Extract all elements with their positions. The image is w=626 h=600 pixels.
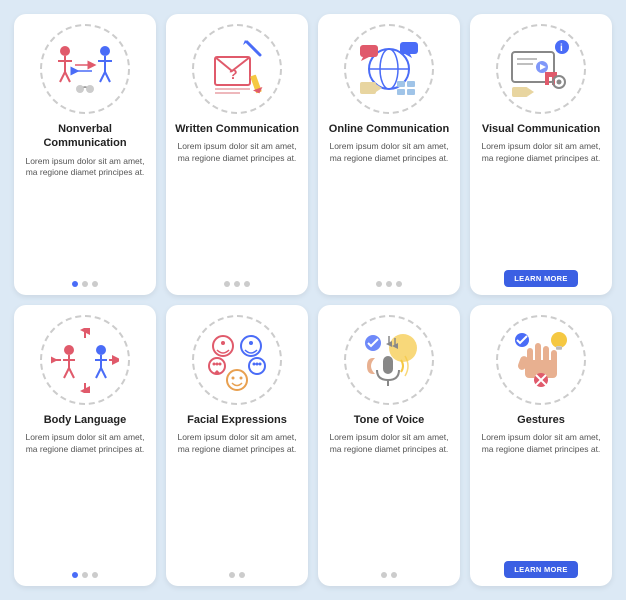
card-facial: Facial Expressions Lorem ipsum dolor sit… [166, 305, 308, 586]
icon-online [344, 24, 434, 114]
dot [72, 572, 78, 578]
dot [229, 572, 235, 578]
card-nonverbal-dots [72, 281, 98, 287]
card-online-text: Lorem ipsum dolor sit am amet, ma region… [326, 141, 452, 275]
card-tone-title: Tone of Voice [354, 413, 425, 427]
dot [82, 572, 88, 578]
dot [386, 281, 392, 287]
card-nonverbal: Nonverbal Communication Lorem ipsum dolo… [14, 14, 156, 295]
card-written-dots [224, 281, 250, 287]
card-tone: Tone of Voice Lorem ipsum dolor sit am a… [318, 305, 460, 586]
card-grid: Nonverbal Communication Lorem ipsum dolo… [0, 0, 626, 600]
card-gestures: Gestures Lorem ipsum dolor sit am amet, … [470, 305, 612, 586]
icon-nonverbal [40, 24, 130, 114]
card-body-text: Lorem ipsum dolor sit am amet, ma region… [22, 432, 148, 566]
card-online-title: Online Communication [329, 122, 449, 136]
card-visual-title: Visual Communication [482, 122, 600, 136]
card-facial-text: Lorem ipsum dolor sit am amet, ma region… [174, 432, 300, 566]
card-online-dots [376, 281, 402, 287]
card-facial-title: Facial Expressions [187, 413, 287, 427]
dot [244, 281, 250, 287]
card-tone-dots [381, 572, 397, 578]
dot [92, 572, 98, 578]
icon-body [40, 315, 130, 405]
icon-visual: i [496, 24, 586, 114]
icon-tone [344, 315, 434, 405]
dot [92, 281, 98, 287]
dot [381, 572, 387, 578]
dot [82, 281, 88, 287]
card-written-title: Written Communication [175, 122, 299, 136]
card-tone-text: Lorem ipsum dolor sit am amet, ma region… [326, 432, 452, 566]
card-visual: i Visual Communication Lorem ipsum d [470, 14, 612, 295]
dot [396, 281, 402, 287]
card-nonverbal-title: Nonverbal Communication [22, 122, 148, 151]
card-body-dots [72, 572, 98, 578]
card-gestures-title: Gestures [517, 413, 565, 427]
dot [72, 281, 78, 287]
card-visual-text: Lorem ipsum dolor sit am amet, ma region… [478, 141, 604, 264]
gestures-learn-more-button[interactable]: LEARN MORE [504, 561, 577, 578]
dot [224, 281, 230, 287]
card-online: Online Communication Lorem ipsum dolor s… [318, 14, 460, 295]
card-gestures-text: Lorem ipsum dolor sit am amet, ma region… [478, 432, 604, 555]
visual-learn-more-button[interactable]: LEARN MORE [504, 270, 577, 287]
dot [234, 281, 240, 287]
icon-gestures [496, 315, 586, 405]
card-facial-dots [229, 572, 245, 578]
icon-written: ? [192, 24, 282, 114]
dot [391, 572, 397, 578]
svg-text:i: i [560, 43, 563, 54]
icon-facial [192, 315, 282, 405]
card-written-text: Lorem ipsum dolor sit am amet, ma region… [174, 141, 300, 275]
card-body: Body Language Lorem ipsum dolor sit am a… [14, 305, 156, 586]
dot [239, 572, 245, 578]
card-written: ? Written Communication Lorem ipsum dolo… [166, 14, 308, 295]
card-nonverbal-text: Lorem ipsum dolor sit am amet, ma region… [22, 156, 148, 275]
svg-text:?: ? [229, 66, 238, 82]
card-body-title: Body Language [44, 413, 127, 427]
dot [376, 281, 382, 287]
